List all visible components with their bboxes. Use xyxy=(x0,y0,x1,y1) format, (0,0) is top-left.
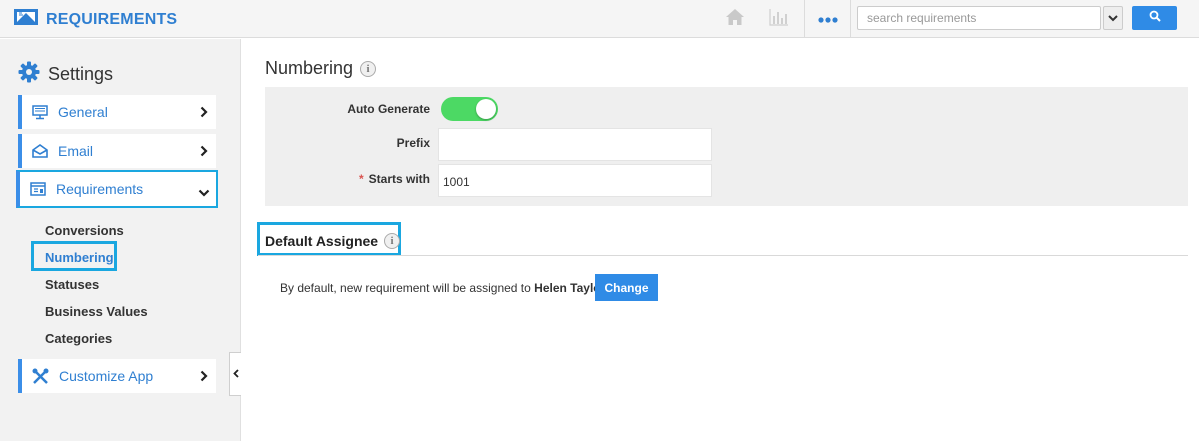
prefix-label: Prefix xyxy=(396,136,430,150)
chevron-right-icon xyxy=(200,105,208,123)
starts-with-input[interactable] xyxy=(439,165,711,196)
sidebar-item-label: Email xyxy=(58,143,94,159)
settings-title: Settings xyxy=(48,64,114,84)
sidebar-item-label: Customize App xyxy=(59,368,154,384)
monitor-icon xyxy=(32,104,48,120)
prefix-field-wrapper xyxy=(438,128,712,161)
search-button[interactable] xyxy=(1132,6,1177,30)
search-dropdown-button[interactable] xyxy=(1103,6,1123,30)
gear-icon xyxy=(18,61,40,88)
requirements-icon xyxy=(30,182,46,196)
auto-generate-toggle[interactable] xyxy=(441,97,498,121)
info-icon[interactable]: i xyxy=(384,233,401,249)
sidebar-item-customize-app[interactable]: Customize App xyxy=(18,359,216,393)
sidebar-item-general[interactable]: General xyxy=(18,95,216,129)
subnav-conversions[interactable]: Conversions xyxy=(45,223,124,238)
chevron-down-icon xyxy=(198,184,210,202)
subnav-business-values[interactable]: Business Values xyxy=(45,304,148,319)
numbering-header: Numbering i xyxy=(265,58,377,79)
chart-icon[interactable] xyxy=(768,7,790,32)
subnav-numbering[interactable]: Numbering xyxy=(45,250,114,265)
sidebar-item-label: General xyxy=(58,104,108,120)
settings-header: Settings xyxy=(18,61,113,88)
required-asterisk: * xyxy=(358,172,364,186)
search-icon xyxy=(1149,9,1161,27)
default-assignee-text: By default, new requirement will be assi… xyxy=(280,281,605,295)
auto-generate-label: Auto Generate xyxy=(347,102,430,116)
top-bar: REQUIREMENTS xyxy=(0,0,1199,38)
starts-with-label-text: Starts with xyxy=(368,172,430,186)
prefix-input[interactable] xyxy=(439,129,711,160)
topbar-divider xyxy=(850,0,851,38)
sidebar-item-label: Requirements xyxy=(56,181,144,197)
chevron-left-icon xyxy=(232,365,239,383)
assignee-description: By default, new requirement will be assi… xyxy=(280,281,531,295)
collapse-sidebar-button[interactable] xyxy=(229,352,241,396)
sidebar: Settings General Email Requirements Conv… xyxy=(0,39,241,441)
default-assignee-header: Default Assignee i xyxy=(265,233,401,249)
chevron-right-icon xyxy=(200,144,208,162)
sidebar-item-email[interactable]: Email xyxy=(18,134,216,168)
chevron-right-icon xyxy=(200,369,208,387)
brand[interactable]: REQUIREMENTS xyxy=(14,9,177,30)
sidebar-item-requirements[interactable]: Requirements xyxy=(16,170,218,208)
home-icon[interactable] xyxy=(724,7,746,32)
more-button[interactable] xyxy=(806,0,850,38)
toggle-knob xyxy=(476,99,496,119)
info-icon[interactable]: i xyxy=(360,60,377,77)
starts-with-field-wrapper xyxy=(438,164,712,197)
subnav-categories[interactable]: Categories xyxy=(45,331,112,346)
chevron-down-icon xyxy=(1108,9,1118,27)
section-divider xyxy=(258,255,1188,256)
subnav-statuses[interactable]: Statuses xyxy=(45,277,99,292)
search-box xyxy=(857,6,1101,30)
topbar-divider xyxy=(804,0,805,38)
starts-with-label: * Starts with xyxy=(330,172,430,186)
more-dots-icon xyxy=(818,10,838,28)
change-assignee-button[interactable]: Change xyxy=(595,274,658,301)
section-title: Default Assignee xyxy=(265,233,379,249)
envelope-icon xyxy=(32,144,48,158)
tools-icon xyxy=(32,368,49,385)
page-title: Numbering xyxy=(265,58,354,78)
search-input[interactable] xyxy=(858,7,1098,29)
requirements-logo-icon xyxy=(14,9,38,30)
app-title: REQUIREMENTS xyxy=(46,10,178,28)
